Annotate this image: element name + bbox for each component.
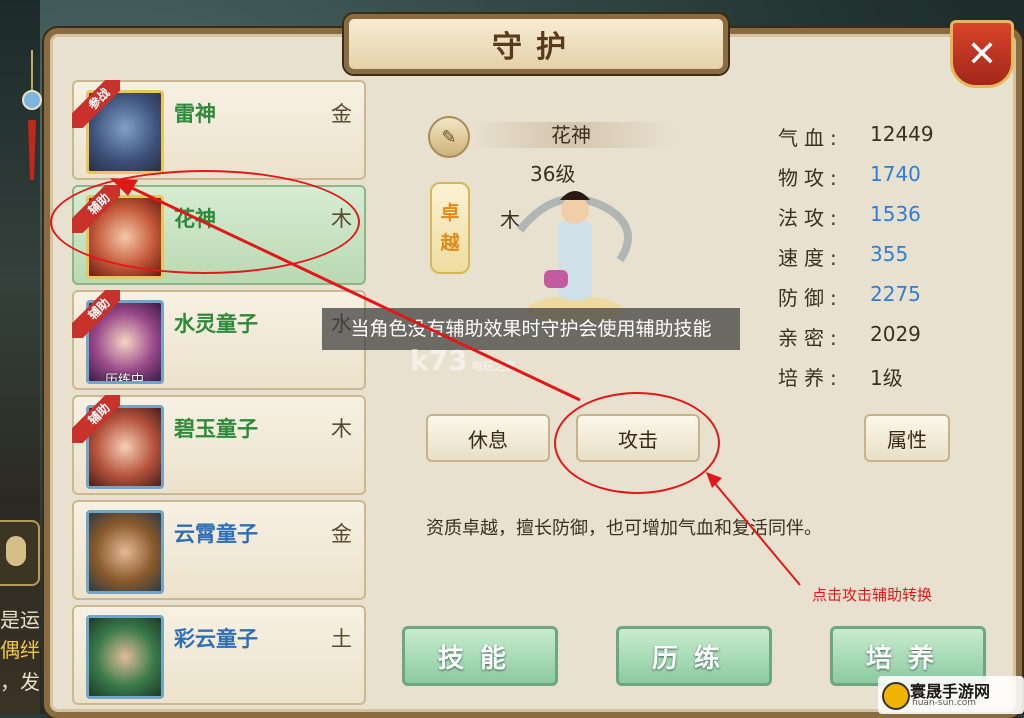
site-logo: 寰晟手游网 huan-sun.com [878, 676, 1024, 714]
annotation-arrows [110, 178, 801, 586]
site-logo-icon [882, 682, 910, 710]
annotation-text: 点击攻击辅助转换 [812, 586, 933, 604]
